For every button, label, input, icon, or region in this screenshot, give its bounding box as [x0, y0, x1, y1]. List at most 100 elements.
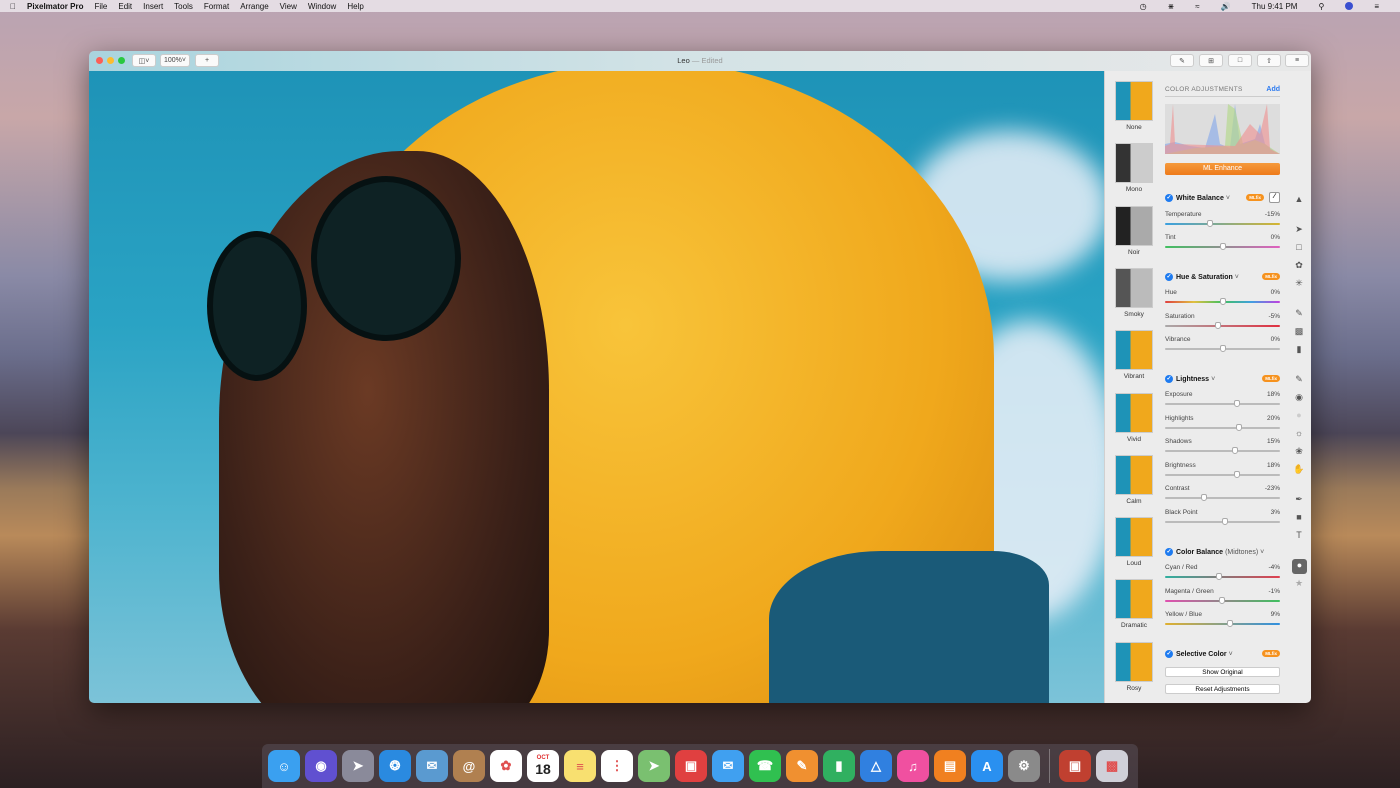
dock-launchpad-icon[interactable]: ➤	[342, 750, 374, 782]
dock-mail-icon[interactable]: ✉	[416, 750, 448, 782]
section-selective-color[interactable]: ✓ Selective Color ˅ MLfix	[1165, 649, 1280, 659]
dock-system-preferences-icon[interactable]: ⚙	[1008, 750, 1040, 782]
dock-ibooks-icon[interactable]: ▤	[934, 750, 966, 782]
slider-value[interactable]: 0%	[1271, 234, 1280, 241]
volume-icon[interactable]: 🔊	[1221, 2, 1231, 11]
slider-knob[interactable]	[1231, 447, 1238, 454]
chevron-down-icon[interactable]: ˅	[1229, 651, 1233, 658]
slider-tint[interactable]: Tint 0%	[1165, 234, 1280, 254]
dock-app-store-icon[interactable]: A	[971, 750, 1003, 782]
slider-vibrance[interactable]: Vibrance 0%	[1165, 336, 1280, 356]
clone-icon[interactable]: ◉	[1293, 391, 1305, 403]
crop-button[interactable]: ⊞	[1199, 54, 1223, 67]
slider-value[interactable]: 20%	[1267, 415, 1280, 422]
slider-brightness[interactable]: Brightness 18%	[1165, 462, 1280, 482]
checkmark-icon[interactable]: ✓	[1165, 650, 1173, 658]
brush-icon[interactable]: ✎	[1293, 307, 1305, 319]
slider-value[interactable]: -5%	[1268, 313, 1280, 320]
slider-value[interactable]: 0%	[1271, 289, 1280, 296]
slider-magenta-green[interactable]: Magenta / Green -1%	[1165, 588, 1280, 608]
slider-value[interactable]: 3%	[1271, 509, 1280, 516]
dock-pages-icon[interactable]: ✎	[786, 750, 818, 782]
image-canvas[interactable]	[89, 71, 1104, 703]
selection-icon[interactable]: □	[1293, 241, 1305, 253]
ml-badge[interactable]: MLfix	[1262, 650, 1280, 657]
slider-knob[interactable]	[1235, 424, 1242, 431]
slider-knob[interactable]	[1219, 345, 1226, 352]
ml-badge[interactable]: MLfix	[1262, 273, 1280, 280]
slider-knob[interactable]	[1216, 573, 1223, 580]
dock-photos-icon[interactable]: ✿	[490, 750, 522, 782]
preset-vibrant[interactable]: Vibrant	[1114, 330, 1154, 380]
slider-cyan-red[interactable]: Cyan / Red -4%	[1165, 564, 1280, 584]
preset-noir[interactable]: Noir	[1114, 205, 1154, 256]
menu-arrange[interactable]: Arrange	[240, 2, 268, 11]
menu-app-name[interactable]: Pixelmator Pro	[27, 2, 83, 11]
blur-icon[interactable]: ●	[1293, 409, 1305, 421]
section-white-balance[interactable]: ✓ White Balance ˅ MLfix ∕	[1165, 192, 1280, 203]
preset-vivid[interactable]: Vivid	[1114, 392, 1154, 443]
sponge-icon[interactable]: ❀	[1293, 445, 1305, 457]
slider-knob[interactable]	[1207, 220, 1214, 227]
dock-finder-icon[interactable]: ☺	[268, 750, 300, 782]
apple-icon[interactable]: 	[10, 2, 16, 11]
slider-value[interactable]: -1%	[1268, 588, 1280, 595]
slider-track[interactable]	[1165, 623, 1280, 625]
preset-none[interactable]: None	[1114, 81, 1154, 131]
dock-safari-icon[interactable]: ❂	[379, 750, 411, 782]
slider-value[interactable]: 15%	[1267, 438, 1280, 445]
ml-enhance-button[interactable]: ML Enhance	[1165, 163, 1280, 175]
dock-trash-icon[interactable]: ▩	[1096, 750, 1128, 782]
text-icon[interactable]: T	[1293, 529, 1305, 541]
slider-knob[interactable]	[1226, 620, 1233, 627]
slider-hue[interactable]: Hue 0%	[1165, 289, 1280, 309]
slider-track[interactable]	[1165, 450, 1280, 452]
document-button[interactable]: □	[1228, 54, 1252, 67]
time-machine-icon[interactable]: ◷	[1140, 2, 1147, 11]
eraser-icon[interactable]: ▮	[1293, 343, 1305, 355]
slider-contrast[interactable]: Contrast -23%	[1165, 485, 1280, 505]
menu-tools[interactable]: Tools	[174, 2, 193, 11]
slider-track[interactable]	[1165, 403, 1280, 405]
dock-contacts-icon[interactable]: @	[453, 750, 485, 782]
slider-knob[interactable]	[1233, 400, 1240, 407]
slider-highlights[interactable]: Highlights 20%	[1165, 415, 1280, 435]
lasso-icon[interactable]: ✿	[1293, 259, 1305, 271]
slider-track[interactable]	[1165, 474, 1280, 476]
slider-exposure[interactable]: Exposure 18%	[1165, 391, 1280, 411]
notification-center-icon[interactable]: ≡	[1374, 2, 1379, 11]
brush-tool-button[interactable]: ✎	[1170, 54, 1194, 67]
menu-file[interactable]: File	[94, 2, 107, 11]
checkmark-icon[interactable]: ✓	[1165, 273, 1173, 281]
dock-itunes-icon[interactable]: ♫	[897, 750, 929, 782]
checkmark-icon[interactable]: ✓	[1165, 548, 1173, 556]
slider-value[interactable]: -15%	[1265, 211, 1280, 218]
section-lightness[interactable]: ✓ Lightness ˅ MLfix	[1165, 374, 1280, 384]
dock-reminders-icon[interactable]: ⋮	[601, 750, 633, 782]
menu-insert[interactable]: Insert	[143, 2, 163, 11]
dock-facetime-icon[interactable]: ☎	[749, 750, 781, 782]
menu-view[interactable]: View	[280, 2, 297, 11]
ml-badge[interactable]: MLfix	[1246, 194, 1264, 201]
light-icon[interactable]: ☼	[1293, 427, 1305, 439]
effects-icon[interactable]: ★	[1293, 577, 1305, 589]
slider-value[interactable]: 0%	[1271, 336, 1280, 343]
slider-shadows[interactable]: Shadows 15%	[1165, 438, 1280, 458]
slider-knob[interactable]	[1218, 597, 1225, 604]
slider-knob[interactable]	[1219, 298, 1226, 305]
preset-mono[interactable]: Mono	[1114, 143, 1154, 193]
retouch-icon[interactable]: ✎	[1293, 373, 1305, 385]
slider-black-point[interactable]: Black Point 3%	[1165, 509, 1280, 529]
slider-value[interactable]: -23%	[1265, 485, 1280, 492]
slider-knob[interactable]	[1233, 471, 1240, 478]
reset-adjustments-button[interactable]: Reset Adjustments	[1165, 684, 1280, 694]
show-original-button[interactable]: Show Original	[1165, 667, 1280, 677]
eyedropper-icon[interactable]: ∕	[1269, 192, 1280, 203]
slider-track[interactable]	[1165, 576, 1280, 578]
chevron-down-icon[interactable]: ˅	[1260, 549, 1264, 556]
dock-keynote-icon[interactable]: △	[860, 750, 892, 782]
wifi-icon[interactable]: ≈	[1195, 2, 1199, 11]
dock-notes-icon[interactable]: ≡	[564, 750, 596, 782]
menu-edit[interactable]: Edit	[118, 2, 132, 11]
section-hue-saturation[interactable]: ✓ Hue & Saturation ˅ MLfix	[1165, 272, 1280, 282]
